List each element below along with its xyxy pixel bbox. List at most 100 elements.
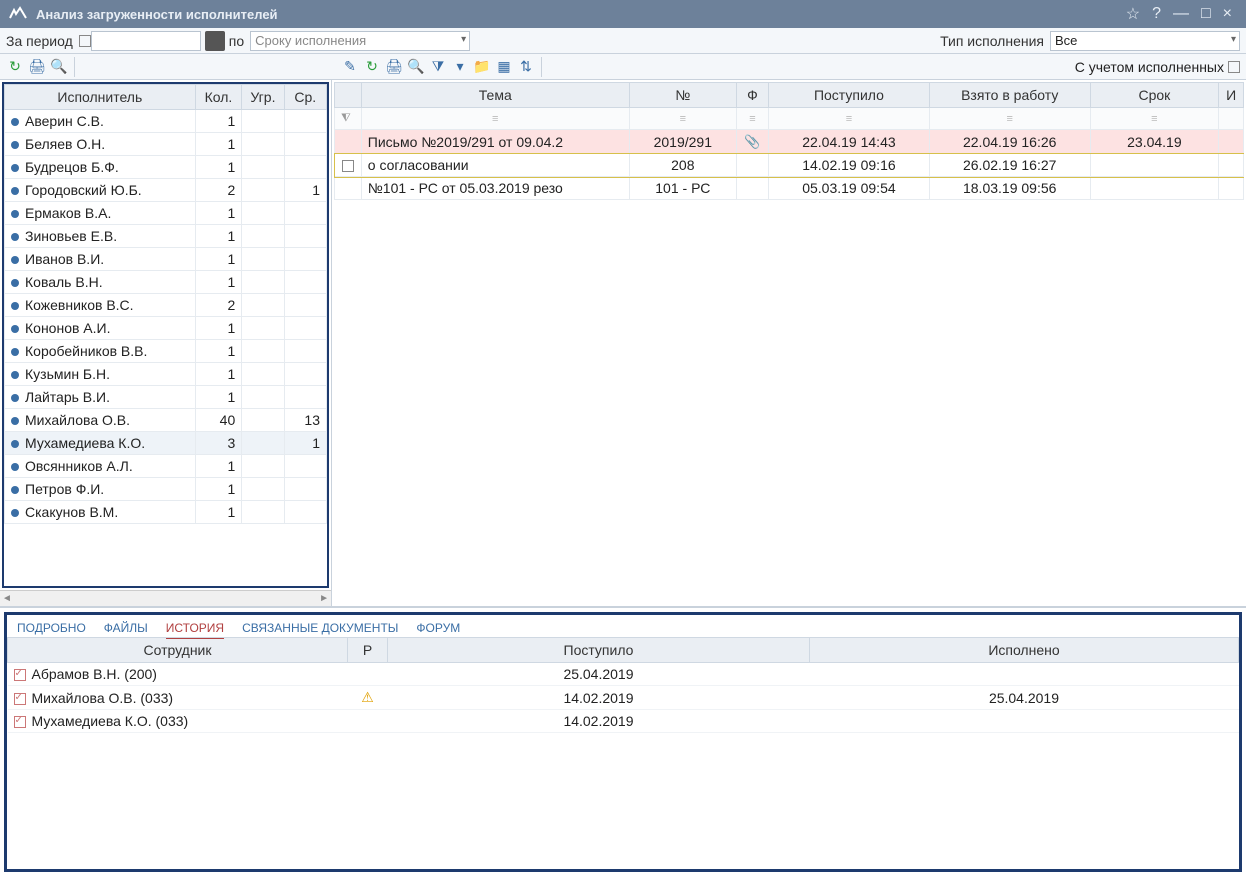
title-bar: Анализ загруженности исполнителей ☆ ? — … (0, 0, 1246, 28)
col-ugr[interactable]: Угр. (242, 85, 284, 110)
detail-panel: ПОДРОБНО ФАЙЛЫ ИСТОРИЯ СВЯЗАННЫЕ ДОКУМЕНТЫ Ф… (4, 612, 1242, 872)
print2-icon[interactable]: 🖨 (385, 58, 403, 76)
col-taken[interactable]: Взято в работу (929, 83, 1090, 108)
table-row[interactable]: Скакунов В.М.1 (5, 501, 327, 524)
status-dot-icon (11, 325, 19, 333)
period-from-input[interactable] (91, 31, 201, 51)
col-done[interactable]: Исполнено (809, 638, 1238, 663)
status-dot-icon (11, 486, 19, 494)
folder-icon[interactable]: 📁 (473, 58, 491, 76)
right-pane: Тема № Ф Поступило Взято в работу Срок И… (332, 80, 1246, 606)
table-row[interactable]: Беляев О.Н.1 (5, 133, 327, 156)
status-dot-icon (11, 187, 19, 195)
minimize-icon[interactable]: — (1167, 5, 1195, 23)
col-name[interactable]: Исполнитель (5, 85, 196, 110)
col-no[interactable]: № (629, 83, 736, 108)
tab-связанные документы[interactable]: СВЯЗАННЫЕ ДОКУМЕНТЫ (242, 621, 398, 635)
tab-история[interactable]: ИСТОРИЯ (166, 621, 224, 635)
type-combo[interactable]: Все (1050, 31, 1240, 51)
table-row[interactable]: о согласовании20814.02.19 09:1626.02.19 … (335, 154, 1244, 177)
close-icon[interactable]: × (1217, 5, 1238, 23)
table-row[interactable]: Лайтарь В.И.1 (5, 386, 327, 409)
table-row[interactable]: Абрамов В.Н. (200)25.04.2019 (8, 663, 1239, 686)
search-icon[interactable]: 🔍 (50, 58, 68, 76)
window-title: Анализ загруженности исполнителей (36, 7, 278, 22)
check-icon (14, 716, 26, 728)
type-label: Тип исполнения (940, 33, 1044, 49)
col-r[interactable]: Р (348, 638, 388, 663)
search2-icon[interactable]: 🔍 (407, 58, 425, 76)
table-row[interactable]: Кожевников В.С.2 (5, 294, 327, 317)
table-row[interactable]: Письмо №2019/291 от 09.04.22019/291📎22.0… (335, 130, 1244, 154)
table-row[interactable]: Иванов В.И.1 (5, 248, 327, 271)
status-dot-icon (11, 210, 19, 218)
tab-форум[interactable]: ФОРУМ (416, 621, 460, 635)
filter-row[interactable]: ⧨ ≡≡≡≡≡≡ (335, 108, 1244, 130)
scrollbar-h[interactable]: ◄► (0, 590, 331, 606)
status-dot-icon (11, 394, 19, 402)
period-label: За период (6, 33, 73, 49)
col-hreceived[interactable]: Поступило (388, 638, 810, 663)
divider (541, 57, 542, 77)
col-f[interactable]: Ф (736, 83, 768, 108)
sort-icon[interactable]: ⇅ (517, 58, 535, 76)
refresh-icon[interactable]: ↻ (6, 58, 24, 76)
main-area: Исполнитель Кол. Угр. Ср. Аверин С.В.1Бе… (0, 80, 1246, 876)
filter-toolbar: За период по Сроку исполнения Тип исполн… (0, 28, 1246, 54)
status-dot-icon (11, 348, 19, 356)
action-toolbar: ↻ 🖨 🔍 ✎ ↻ 🖨 🔍 ⧩ ▾ 📁 ▦ ⇅ С учетом исполне… (0, 54, 1246, 80)
attachment-icon[interactable]: 📎 (744, 134, 760, 149)
col-due[interactable]: Срок (1090, 83, 1219, 108)
table-row[interactable]: Аверин С.В.1 (5, 110, 327, 133)
filter-icon[interactable]: ⧩ (429, 58, 447, 76)
tab-файлы[interactable]: ФАЙЛЫ (104, 621, 148, 635)
table-row[interactable]: Михайлова О.В.4013 (5, 409, 327, 432)
left-pane: Исполнитель Кол. Угр. Ср. Аверин С.В.1Бе… (0, 80, 332, 606)
table-row[interactable]: Городовский Ю.Б.21 (5, 179, 327, 202)
grid-icon[interactable]: ▦ (495, 58, 513, 76)
col-emp[interactable]: Сотрудник (8, 638, 348, 663)
status-dot-icon (11, 509, 19, 517)
col-theme[interactable]: Тема (361, 83, 629, 108)
table-row[interactable]: Зиновьев Е.В.1 (5, 225, 327, 248)
table-row[interactable]: №101 - РС от 05.03.2019 резо101 - РС05.0… (335, 177, 1244, 200)
funnel-icon[interactable]: ⧨ (341, 112, 351, 124)
col-i[interactable]: И (1219, 83, 1244, 108)
edit-icon[interactable]: ✎ (341, 58, 359, 76)
table-row[interactable]: Коробейников В.В.1 (5, 340, 327, 363)
table-row[interactable]: Мухамедиева К.О. (033)14.02.2019 (8, 710, 1239, 733)
row-checkbox[interactable] (342, 160, 354, 172)
dropdown-icon[interactable]: ▾ (451, 58, 469, 76)
table-row[interactable]: Ермаков В.А.1 (5, 202, 327, 225)
period-checkbox[interactable] (79, 35, 91, 47)
table-row[interactable]: Кононов А.И.1 (5, 317, 327, 340)
table-row[interactable]: Петров Ф.И.1 (5, 478, 327, 501)
check-icon (14, 669, 26, 681)
star-icon[interactable]: ☆ (1120, 4, 1146, 24)
tab-подробно[interactable]: ПОДРОБНО (17, 621, 86, 635)
col-sr[interactable]: Ср. (284, 85, 326, 110)
refresh2-icon[interactable]: ↻ (363, 58, 381, 76)
table-row[interactable]: Михайлова О.В. (033)⚠14.02.201925.04.201… (8, 686, 1239, 710)
deadline-combo[interactable]: Сроку исполнения (250, 31, 470, 51)
check-icon (14, 693, 26, 705)
col-received[interactable]: Поступило (769, 83, 930, 108)
table-row[interactable]: Коваль В.Н.1 (5, 271, 327, 294)
history-table: Сотрудник Р Поступило Исполнено Абрамов … (7, 637, 1239, 733)
calendar-icon[interactable] (205, 31, 225, 51)
status-dot-icon (11, 118, 19, 126)
table-row[interactable]: Будрецов Б.Ф.1 (5, 156, 327, 179)
with-completed-label: С учетом исполненных (1075, 59, 1224, 75)
help-icon[interactable]: ? (1146, 5, 1167, 23)
print-icon[interactable]: 🖨 (28, 58, 46, 76)
performers-table: Исполнитель Кол. Угр. Ср. Аверин С.В.1Бе… (4, 84, 327, 524)
table-row[interactable]: Мухамедиева К.О.31 (5, 432, 327, 455)
col-cnt[interactable]: Кол. (195, 85, 242, 110)
tasks-table: Тема № Ф Поступило Взято в работу Срок И… (334, 82, 1244, 200)
status-dot-icon (11, 164, 19, 172)
status-dot-icon (11, 256, 19, 264)
with-completed-checkbox[interactable] (1228, 61, 1240, 73)
table-row[interactable]: Овсянников А.Л.1 (5, 455, 327, 478)
table-row[interactable]: Кузьмин Б.Н.1 (5, 363, 327, 386)
maximize-icon[interactable]: □ (1195, 5, 1217, 23)
